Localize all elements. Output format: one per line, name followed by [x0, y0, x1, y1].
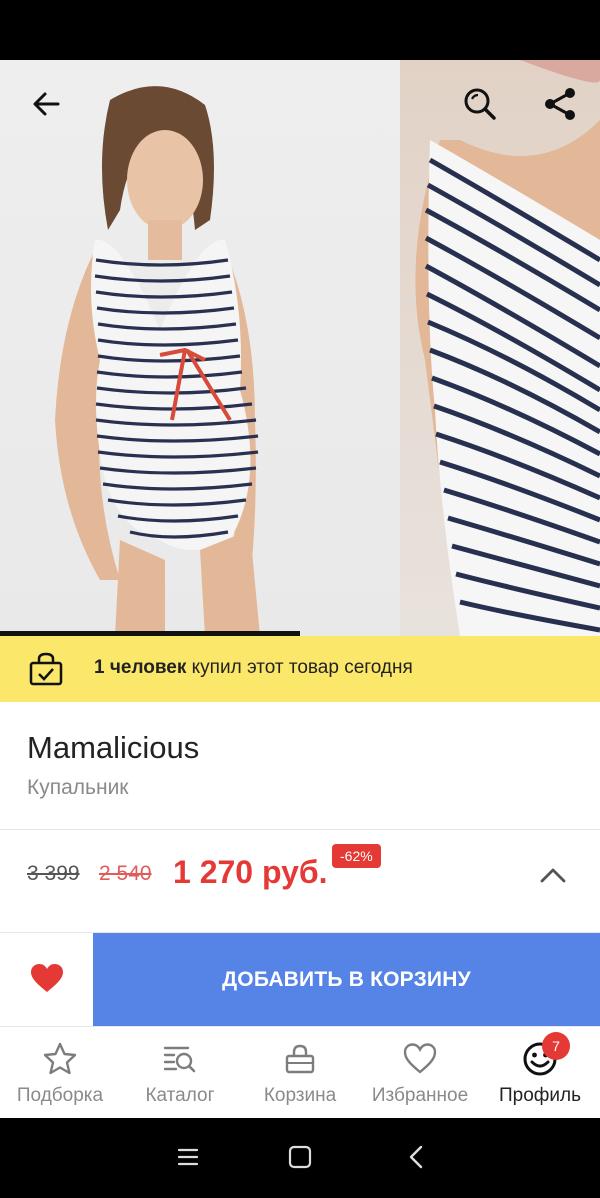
discount-badge: -62% [332, 844, 381, 868]
menu-lines-icon [177, 1147, 199, 1172]
heart-outline-icon [402, 1041, 438, 1077]
product-photo-front[interactable] [0, 60, 400, 636]
share-button[interactable] [536, 82, 584, 130]
chevron-left-icon [408, 1145, 424, 1174]
product-brand: Mamalicious [27, 730, 200, 765]
nav-item-podborka[interactable]: Подборка [0, 1027, 120, 1119]
promo-text: 1 человек купил этот товар сегодня [94, 657, 413, 679]
promo-text-rest: купил этот товар сегодня [186, 657, 413, 678]
search-icon [462, 86, 498, 127]
product-gallery[interactable] [0, 60, 600, 636]
add-to-cart-button[interactable]: ДОБАВИТЬ В КОРЗИНУ [93, 933, 600, 1026]
basket-icon [282, 1041, 318, 1077]
product-type: Купальник [27, 776, 129, 799]
expand-price-button[interactable] [530, 854, 576, 900]
share-icon [542, 86, 578, 127]
nav-label: Избранное [371, 1085, 469, 1106]
square-icon [288, 1145, 312, 1174]
home-button[interactable] [285, 1144, 315, 1174]
action-bar: ДОБАВИТЬ В КОРЗИНУ [0, 932, 600, 1027]
price-previous: 2 540 [99, 862, 152, 885]
nav-item-favorites[interactable]: Избранное [360, 1027, 480, 1119]
system-back-button[interactable] [401, 1144, 431, 1174]
recent-apps-button[interactable] [173, 1144, 203, 1174]
nav-label: Подборка [16, 1085, 104, 1106]
promo-text-bold: 1 человек [94, 657, 187, 678]
back-button[interactable] [22, 82, 70, 130]
product-photo-closeup[interactable] [400, 60, 600, 636]
nav-item-cart[interactable]: Корзина [240, 1027, 360, 1119]
system-navigation-bar [0, 1118, 600, 1198]
zoom-search-button[interactable] [456, 82, 504, 130]
social-proof-banner: 1 человек купил этот товар сегодня [0, 636, 600, 702]
nav-item-catalog[interactable]: Каталог [120, 1027, 240, 1119]
add-to-favorites-button[interactable] [0, 933, 93, 1027]
price-original: 3 399 [27, 862, 80, 885]
nav-label: Профиль [498, 1085, 582, 1106]
nav-item-profile[interactable]: Профиль [480, 1027, 600, 1119]
nav-label: Корзина [263, 1085, 337, 1106]
bottom-navigation: Подборка Каталог Корзина Избранное Профи… [0, 1026, 600, 1118]
nav-label: Каталог [145, 1085, 215, 1106]
profile-notification-badge: 7 [542, 1032, 570, 1060]
bag-check-icon [28, 652, 64, 686]
arrow-left-icon [30, 88, 62, 125]
star-icon [42, 1041, 78, 1077]
price-row: 3 399 2 540 1 270 руб. -62% [0, 830, 600, 932]
chevron-up-icon [540, 867, 566, 888]
heart-filled-icon [30, 963, 64, 998]
price-current: 1 270 руб. [173, 854, 328, 890]
status-bar [0, 0, 600, 60]
catalog-search-icon [162, 1041, 198, 1077]
